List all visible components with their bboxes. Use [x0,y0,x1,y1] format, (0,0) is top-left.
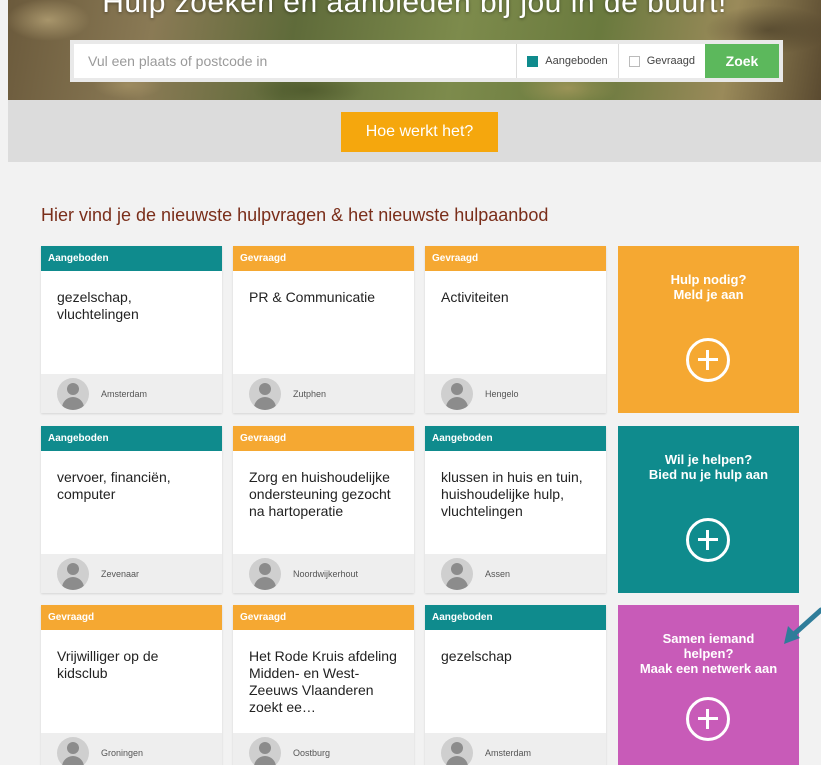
avatar [57,736,89,765]
hero-banner: Hulp zoeken en aanbieden bij jou in de b… [8,0,821,100]
request-card[interactable]: Gevraagd Het Rode Kruis afdeling Midden-… [233,605,414,765]
how-it-works-button[interactable]: Hoe werkt het? [341,112,498,152]
card-title[interactable]: klussen in huis en tuin, huishoudelijke … [425,451,606,554]
search-input[interactable] [74,44,517,78]
request-card[interactable]: Aangeboden gezelschap, vluchtelingen Ams… [41,246,222,413]
avatar [249,377,281,410]
section-title: Hier vind je de nieuwste hulpvragen & he… [41,205,549,225]
card-tag: Gevraagd [41,605,222,630]
card-place: Groningen [101,747,144,758]
search-button[interactable]: Zoek [705,44,779,78]
filter-offered[interactable]: Aangeboden [516,44,617,78]
card-place: Hengelo [485,388,519,399]
network-text: Samen iemand helpen? Maak een netwerk aa… [618,605,799,676]
card-place: Zutphen [293,388,327,399]
network-tile[interactable]: Samen iemand helpen? Maak een netwerk aa… [618,605,799,765]
need-help-tile[interactable]: Hulp nodig? Meld je aan [618,246,799,413]
card-footer: Zutphen [233,374,414,413]
card-tag: Gevraagd [425,246,606,271]
annotation-arrow-icon [784,607,821,644]
need-help-line2: Meld je aan [673,287,744,302]
network-line1: Samen iemand [662,631,755,646]
filter-offered-label: Aangeboden [545,55,608,67]
network-line2: helpen? [683,646,734,661]
card-place: Zevenaar [101,568,140,579]
need-help-text: Hulp nodig? Meld je aan [618,246,799,302]
request-card[interactable]: Aangeboden gezelschap Amsterdam [425,605,606,765]
avatar [57,557,89,590]
card-footer: Hengelo [425,374,606,413]
request-card[interactable]: Aangeboden klussen in huis en tuin, huis… [425,426,606,593]
card-footer: Zevenaar [41,554,222,593]
want-help-tile[interactable]: Wil je helpen? Bied nu je hulp aan [618,426,799,593]
card-footer: Oostburg [233,733,414,765]
plus-circle-icon[interactable] [686,338,730,382]
request-card[interactable]: Gevraagd Zorg en huishoudelijke onderste… [233,426,414,593]
card-tag: Aangeboden [41,426,222,451]
card-title[interactable]: PR & Communicatie [233,271,414,374]
card-place: Assen [485,568,511,579]
card-tag: Gevraagd [233,426,414,451]
filter-requested-label: Gevraagd [646,55,695,67]
card-tag: Aangeboden [425,605,606,630]
card-tag: Gevraagd [233,246,414,271]
avatar [441,736,473,765]
card-title[interactable]: gezelschap, vluchtelingen [41,271,222,374]
want-help-line1: Wil je helpen? [664,452,753,467]
card-place: Amsterdam [485,747,532,758]
avatar [249,736,281,765]
request-card[interactable]: Gevraagd Activiteiten Hengelo [425,246,606,413]
card-place: Oostburg [293,747,331,758]
plus-circle-icon[interactable] [686,697,730,741]
card-title[interactable]: Vrijwilliger op de kidsclub [41,630,222,733]
want-help-line2: Bied nu je hulp aan [648,467,769,482]
card-footer: Noordwijkerhout [233,554,414,593]
request-card[interactable]: Gevraagd PR & Communicatie Zutphen [233,246,414,413]
card-title[interactable]: vervoer, financiën, computer [41,451,222,554]
card-place: Noordwijkerhout [293,568,359,579]
card-tag: Gevraagd [233,605,414,630]
card-title[interactable]: Activiteiten [425,271,606,374]
want-help-text: Wil je helpen? Bied nu je hulp aan [618,426,799,482]
offered-checkbox[interactable] [527,55,539,67]
card-place: Amsterdam [101,388,148,399]
card-tag: Aangeboden [41,246,222,271]
request-card[interactable]: Aangeboden vervoer, financiën, computer … [41,426,222,593]
network-line3: Maak een netwerk aan [639,661,778,676]
avatar [57,377,89,410]
plus-circle-icon[interactable] [686,518,730,562]
request-card[interactable]: Gevraagd Vrijwilliger op de kidsclub Gro… [41,605,222,765]
avatar [249,557,281,590]
avatar [441,557,473,590]
need-help-line1: Hulp nodig? [670,272,747,287]
card-title[interactable]: Het Rode Kruis afdeling Midden- en West-… [233,630,414,733]
card-footer: Amsterdam [425,733,606,765]
avatar [441,377,473,410]
card-footer: Groningen [41,733,222,765]
filter-requested[interactable]: Gevraagd [617,44,705,78]
card-title[interactable]: gezelschap [425,630,606,733]
card-footer: Amsterdam [41,374,222,413]
hero-title: Hulp zoeken en aanbieden bij jou in de b… [102,0,727,19]
requested-checkbox[interactable] [628,55,640,67]
search-bar: Aangeboden Gevraagd Zoek [70,40,783,82]
card-tag: Aangeboden [425,426,606,451]
card-footer: Assen [425,554,606,593]
card-title[interactable]: Zorg en huishoudelijke ondersteuning gez… [233,451,414,554]
